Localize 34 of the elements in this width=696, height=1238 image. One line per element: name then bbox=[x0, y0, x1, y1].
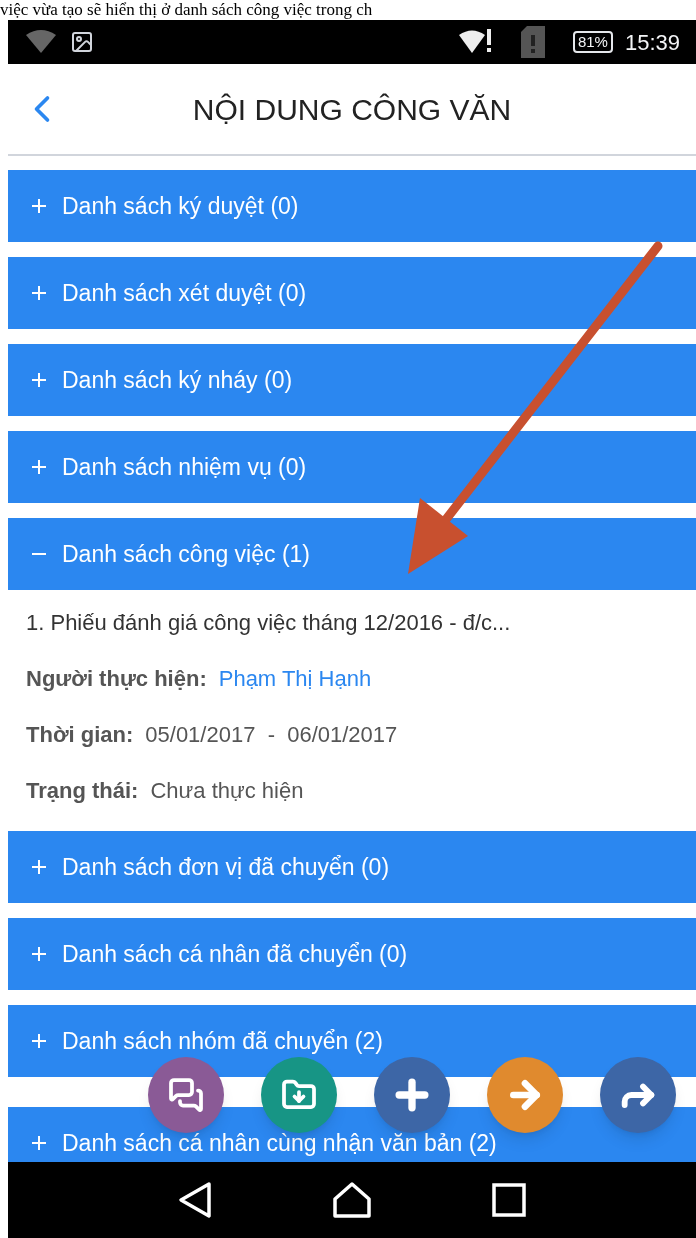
home-icon[interactable] bbox=[332, 1181, 372, 1219]
section-header[interactable]: Danh sách đơn vị đã chuyển (0) bbox=[8, 831, 696, 903]
section-header[interactable]: Danh sách ký nháy (0) bbox=[8, 344, 696, 416]
plus-icon bbox=[32, 286, 46, 300]
field-label: Thời gian: bbox=[26, 722, 134, 748]
section-header[interactable]: Danh sách nhiệm vụ (0) bbox=[8, 431, 696, 503]
wifi-question-icon bbox=[24, 29, 58, 55]
field-value: 05/01/2017 - 06/01/2017 bbox=[145, 722, 398, 748]
recents-icon[interactable] bbox=[492, 1183, 526, 1217]
section-header[interactable]: Danh sách cá nhân đã chuyển (0) bbox=[8, 918, 696, 990]
battery-indicator: 81% bbox=[572, 31, 613, 53]
plus-icon bbox=[32, 1136, 46, 1150]
image-icon bbox=[70, 30, 94, 54]
section-header[interactable]: Danh sách xét duyệt (0) bbox=[8, 257, 696, 329]
page-title: NỘI DUNG CÔNG VĂN bbox=[192, 91, 512, 128]
section-header[interactable]: Danh sách nhóm đã chuyển (2) bbox=[8, 1005, 696, 1077]
plus-icon bbox=[32, 860, 46, 874]
chat-icon bbox=[168, 1077, 204, 1113]
plus-icon bbox=[32, 947, 46, 961]
plus-icon bbox=[32, 199, 46, 213]
field-label: Người thực hiện: bbox=[26, 666, 207, 692]
plus-icon bbox=[32, 373, 46, 387]
back-icon[interactable] bbox=[178, 1181, 212, 1219]
sim-alert-icon bbox=[520, 26, 545, 58]
task-title[interactable]: 1. Phiếu đánh giá công việc tháng 12/2016 - đ/c... bbox=[26, 610, 678, 636]
person-link[interactable]: Phạm Thị Hạnh bbox=[218, 666, 372, 692]
plus-icon bbox=[32, 1034, 46, 1048]
plus-icon bbox=[32, 460, 46, 474]
field-label: Trạng thái: bbox=[26, 778, 139, 804]
caption-text: việc vừa tạo sẽ hiển thị ở danh sách công việc trong ch bbox=[0, 0, 374, 20]
clock-time: 15:39 bbox=[624, 28, 680, 57]
section-header[interactable]: Danh sách ký duyệt (0) bbox=[8, 170, 696, 242]
field-value: Chưa thực hiện bbox=[150, 778, 304, 804]
section-header[interactable]: Danh sách công việc (1) bbox=[8, 518, 696, 590]
